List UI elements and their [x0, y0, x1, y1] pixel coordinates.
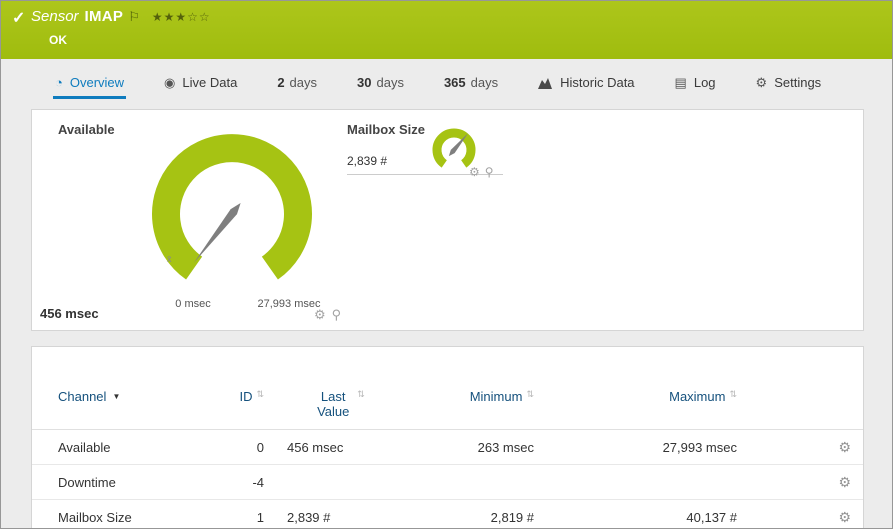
- tab-live-data[interactable]: ◉ Live Data: [162, 69, 239, 99]
- sensor-overview-page: ✓ Sensor IMAP ⚐ ★★★☆☆ OK ◔ Overview ◉ Live …: [0, 0, 893, 529]
- column-header-last-value[interactable]: Last Value ⇅: [264, 389, 414, 419]
- channel-name: Mailbox Size: [58, 509, 132, 525]
- edit-channel-icon[interactable]: ⚙: [838, 474, 851, 490]
- column-label: Channel: [58, 389, 107, 404]
- tab-overview[interactable]: ◔ Overview: [53, 69, 127, 99]
- channel-maximum: 40,137 #: [686, 509, 737, 525]
- tab-settings[interactable]: ⚙ Settings: [754, 69, 824, 99]
- sort-icon: ⇅: [729, 389, 737, 399]
- mailbox-gauge-actions: ⚙ ⚲: [469, 165, 494, 179]
- broadcast-icon: ◉: [164, 74, 176, 90]
- tab-bar: ◔ Overview ◉ Live Data 2 days 30 days 36…: [1, 69, 892, 99]
- sort-direction-icon: ▼: [112, 392, 121, 401]
- gauges-panel: Available x̄ 0 msec 27,993 msec 456 msec…: [31, 109, 864, 331]
- sensor-header: ✓ Sensor IMAP ⚐ ★★★☆☆ OK: [1, 1, 892, 59]
- channel-name: Available: [58, 439, 111, 455]
- area-chart-icon: [538, 77, 553, 89]
- tab-label: Overview: [69, 75, 125, 90]
- sensor-status-badge: OK: [49, 33, 67, 47]
- table-row-mailbox-size: Mailbox Size 1 2,839 # 2,819 # 40,137 # …: [32, 500, 863, 528]
- sensor-type-label: Sensor: [31, 8, 79, 25]
- channel-minimum: 263 msec: [477, 439, 534, 455]
- column-label: Last Value: [317, 389, 350, 419]
- page-title: Sensor IMAP ⚐ ★★★☆☆: [31, 8, 211, 25]
- edit-channel-icon[interactable]: ⚙: [838, 439, 851, 455]
- gear-icon[interactable]: ⚙: [314, 307, 326, 323]
- table-row-downtime: Downtime -4 ⚙: [32, 465, 863, 500]
- gauge-icon: ◔: [55, 75, 63, 90]
- table-header-row: Channel ▼ ID ⇅ Last Value ⇅ Minimum ⇅ Maxim…: [32, 347, 863, 430]
- status-ok-check-icon: ✓: [12, 10, 26, 27]
- priority-stars[interactable]: ★★★☆☆: [152, 10, 211, 24]
- tab-label: days: [289, 75, 318, 90]
- channel-id: 1: [256, 509, 264, 525]
- channels-table-panel: Channel ▼ ID ⇅ Last Value ⇅ Minimum ⇅ Maxim…: [31, 346, 864, 528]
- pin-icon[interactable]: ⚲: [332, 307, 342, 323]
- channel-minimum: 2,819 #: [490, 509, 534, 525]
- channel-last-value: 456 msec: [287, 439, 344, 455]
- tab-30-days[interactable]: 30 days: [355, 69, 406, 99]
- tab-label: Live Data: [182, 75, 238, 90]
- channel-id: -4: [252, 474, 264, 490]
- tab-label: days: [470, 75, 499, 90]
- sort-icon: ⇅: [256, 389, 264, 399]
- mailbox-gauge-title: Mailbox Size: [347, 122, 426, 137]
- sort-icon: ⇅: [526, 389, 534, 399]
- average-marker: x̄: [167, 254, 172, 264]
- tab-historic-data[interactable]: Historic Data: [536, 69, 636, 99]
- available-current-value: 456 msec: [40, 306, 99, 321]
- available-gauge-title: Available: [58, 122, 115, 137]
- channel-id: 0: [256, 439, 264, 455]
- tab-number: 365: [443, 75, 466, 90]
- tab-number: 2: [277, 75, 285, 90]
- column-label: Maximum: [669, 389, 726, 404]
- tab-label: Settings: [774, 75, 822, 90]
- column-header-channel[interactable]: Channel ▼: [58, 389, 208, 404]
- available-gauge: x̄: [152, 134, 312, 280]
- tab-number: 30: [357, 75, 372, 90]
- tab-log[interactable]: ▤ Log: [673, 69, 718, 99]
- log-list-icon: ▤: [674, 74, 687, 90]
- tab-2-days[interactable]: 2 days: [275, 69, 319, 99]
- channel-last-value: 2,839 #: [287, 509, 331, 525]
- channel-name: Downtime: [58, 474, 116, 490]
- flag-icon[interactable]: ⚐: [128, 9, 140, 24]
- tab-label: Historic Data: [560, 75, 635, 90]
- column-label: ID: [239, 389, 253, 404]
- table-row-available: Available 0 456 msec 263 msec 27,993 mse…: [32, 430, 863, 465]
- gauge-min-label: 0 msec: [175, 298, 211, 310]
- gear-icon[interactable]: ⚙: [469, 165, 480, 179]
- column-header-maximum[interactable]: Maximum ⇅: [534, 389, 737, 404]
- tab-365-days[interactable]: 365 days: [442, 69, 500, 99]
- pin-icon[interactable]: ⚲: [485, 165, 494, 179]
- sensor-name: IMAP: [84, 8, 124, 25]
- edit-channel-icon[interactable]: ⚙: [838, 509, 851, 525]
- column-label: Minimum: [469, 389, 523, 404]
- column-header-id[interactable]: ID ⇅: [208, 389, 264, 404]
- channel-maximum: 27,993 msec: [662, 439, 737, 455]
- available-gauge-actions: ⚙ ⚲: [314, 307, 341, 323]
- tab-label: Log: [693, 75, 716, 90]
- mailbox-current-value: 2,839 #: [347, 154, 388, 168]
- column-header-minimum[interactable]: Minimum ⇅: [414, 389, 534, 404]
- tab-label: days: [376, 75, 404, 90]
- gear-icon: ⚙: [755, 74, 768, 90]
- sort-icon: ⇅: [357, 389, 365, 399]
